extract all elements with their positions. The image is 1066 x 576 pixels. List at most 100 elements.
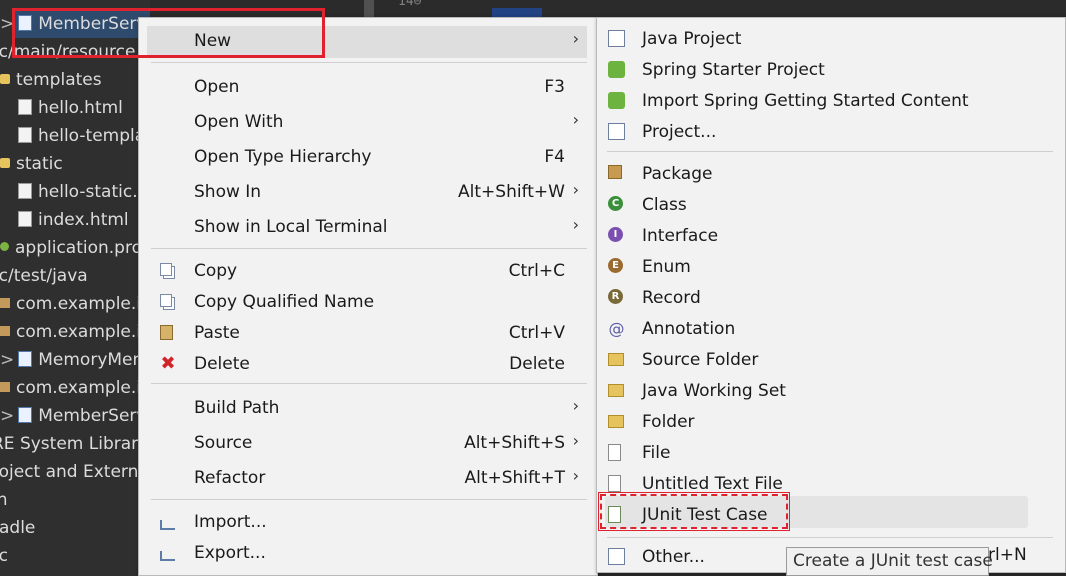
menu-item-label: Interface [642, 226, 719, 246]
shortcut-label: Alt+Shift+T [464, 468, 565, 488]
highlight-box-junit [598, 492, 790, 531]
menu-item-label: Source Folder [642, 350, 759, 370]
java-file-icon [18, 407, 33, 423]
menu-item-source[interactable]: Source Alt+Shift+S › [139, 428, 597, 458]
tree-item-src[interactable]: rc [0, 542, 8, 570]
submenu-arrow-icon: › [572, 396, 579, 415]
menu-item-label: Record [642, 288, 701, 308]
new-item-java-working-set[interactable]: Java Working Set [597, 376, 1065, 406]
other-wizard-icon [608, 548, 625, 565]
text-file-icon [608, 475, 621, 492]
new-item-java-project[interactable]: Java Project [597, 24, 1065, 54]
new-item-record[interactable]: R Record [597, 283, 1065, 313]
menu-item-label: Copy Qualified Name [194, 292, 375, 312]
menu-item-show-in[interactable]: Show In Alt+Shift+W › [139, 177, 597, 207]
package-icon [0, 326, 10, 336]
file-icon [18, 183, 32, 199]
menu-item-open-type-hierarchy[interactable]: Open Type Hierarchy F4 [139, 142, 597, 172]
tree-item-package-3[interactable]: com.example.in [0, 374, 150, 402]
java-project-icon [608, 30, 625, 47]
menu-item-label: Annotation [642, 319, 736, 339]
tree-item-package-2[interactable]: com.example.in [0, 318, 150, 346]
separator [151, 248, 587, 249]
menu-item-label: Spring Starter Project [642, 60, 825, 80]
new-item-source-folder[interactable]: Source Folder [597, 345, 1065, 375]
tree-item-static[interactable]: static [0, 150, 63, 178]
new-item-spring-starter-project[interactable]: Spring Starter Project [597, 55, 1065, 85]
tree-item-hello-template[interactable]: hello-templa [18, 122, 145, 150]
tooltip: Create a JUnit test case [786, 547, 993, 576]
copy-qualified-name-icon [160, 294, 172, 307]
package-icon [0, 298, 10, 308]
menu-item-build-path[interactable]: Build Path › [139, 393, 597, 423]
tree-item-src-test-java[interactable]: rc/test/java [0, 262, 88, 290]
menu-item-delete[interactable]: ✖ Delete Delete [139, 349, 597, 379]
submenu-arrow-icon: › [572, 29, 579, 48]
tree-item-application-properties[interactable]: application.prop [0, 234, 150, 262]
new-item-interface[interactable]: I Interface [597, 221, 1065, 251]
menu-item-label: Export... [194, 543, 266, 563]
menu-item-label: Package [642, 164, 713, 184]
spring-import-icon [608, 92, 625, 109]
file-icon [608, 444, 621, 461]
menu-item-label: Copy [194, 261, 238, 281]
tree-item-memberservice-test[interactable]: > MemberServ [0, 402, 146, 430]
menu-item-open-with[interactable]: Open With › [139, 107, 597, 137]
menu-item-refactor[interactable]: Refactor Alt+Shift+T › [139, 463, 597, 493]
record-icon: R [608, 289, 623, 304]
tree-item-memorymember[interactable]: > MemoryMem [0, 346, 149, 374]
menu-item-label: Source [194, 433, 253, 453]
menu-item-label: Other... [642, 547, 705, 567]
separator [151, 383, 587, 384]
tree-item-hello-static[interactable]: hello-static.h [18, 178, 148, 206]
other-shortcut-label: rl+N [988, 545, 1027, 565]
new-item-import-spring-content[interactable]: Import Spring Getting Started Content [597, 86, 1065, 116]
enum-icon: E [608, 258, 623, 273]
tree-item-hello-html[interactable]: hello.html [18, 94, 123, 122]
tree-item-gradle[interactable]: radle [0, 514, 35, 542]
tree-item-index-html[interactable]: index.html [18, 206, 129, 234]
menu-item-import[interactable]: Import... [139, 507, 597, 537]
tree-item-jre-system-library[interactable]: RE System Library [0, 430, 148, 458]
menu-item-open[interactable]: Open F3 [139, 72, 597, 102]
tree-item-project-external-deps[interactable]: roject and Extern [0, 458, 138, 486]
menu-item-label: Class [642, 195, 687, 215]
new-item-annotation[interactable]: @ Annotation [597, 314, 1065, 344]
source-folder-icon [608, 353, 624, 366]
export-icon [160, 551, 175, 561]
new-item-enum[interactable]: E Enum [597, 252, 1065, 282]
menu-item-copy-qualified-name[interactable]: Copy Qualified Name [139, 287, 597, 317]
shortcut-label: Delete [509, 354, 565, 374]
new-item-folder[interactable]: Folder [597, 407, 1065, 437]
file-icon [18, 99, 32, 115]
new-item-class[interactable]: C Class [597, 190, 1065, 220]
tree-item-bin[interactable]: in [0, 486, 8, 514]
package-icon [608, 165, 622, 179]
project-explorer: > MemberServ rc/main/resource templates h… [0, 0, 150, 576]
menu-item-copy[interactable]: Copy Ctrl+C [139, 256, 597, 286]
new-item-file[interactable]: File [597, 438, 1065, 468]
delete-icon: ✖ [160, 353, 176, 374]
shortcut-label: Ctrl+C [508, 261, 565, 281]
menu-item-label: Build Path [194, 398, 280, 418]
separator [151, 499, 587, 500]
menu-item-label: Import... [194, 512, 267, 532]
separator [151, 62, 587, 63]
tree-item-package-1[interactable]: com.example.in [0, 290, 150, 318]
menu-item-paste[interactable]: Paste Ctrl+V [139, 318, 597, 348]
shortcut-label: F4 [544, 147, 565, 167]
menu-item-show-in-local-terminal[interactable]: Show in Local Terminal › [139, 212, 597, 242]
shortcut-label: F3 [544, 77, 565, 97]
tree-item-templates[interactable]: templates [0, 66, 102, 94]
annotation-icon: @ [608, 319, 625, 338]
menu-item-label: Paste [194, 323, 240, 343]
separator [607, 151, 1053, 152]
menu-item-label: Enum [642, 257, 691, 277]
new-item-project[interactable]: Project... [597, 117, 1065, 147]
new-item-package[interactable]: Package [597, 159, 1065, 189]
package-icon [0, 382, 10, 392]
menu-item-export[interactable]: Export... [139, 538, 597, 568]
copy-icon [160, 263, 172, 276]
import-icon [160, 520, 175, 530]
submenu-arrow-icon: › [572, 466, 579, 485]
